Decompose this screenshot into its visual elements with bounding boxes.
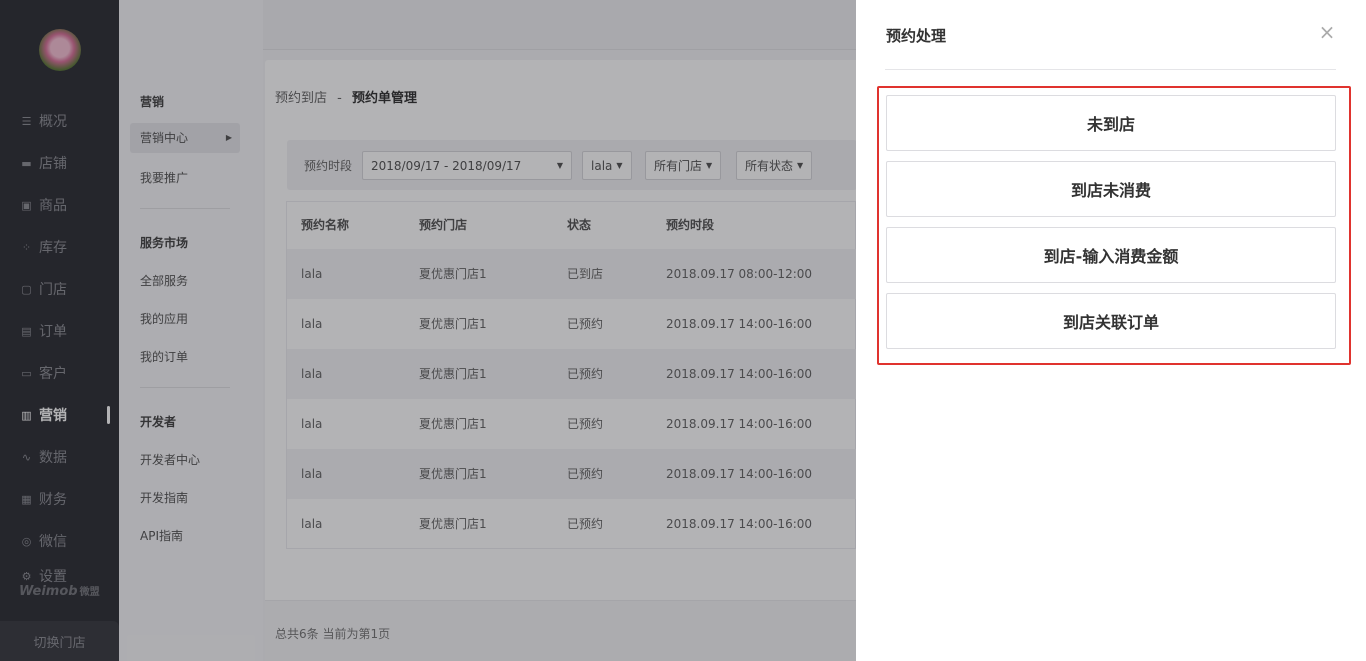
drawer-title: 预约处理 bbox=[886, 27, 947, 45]
arrived-link-order-button[interactable]: 到店关联订单 bbox=[886, 293, 1336, 349]
arrived-no-spend-button[interactable]: 到店未消费 bbox=[886, 161, 1336, 217]
modal-backdrop[interactable] bbox=[0, 0, 856, 661]
not-arrived-button[interactable]: 未到店 bbox=[886, 95, 1336, 151]
close-icon[interactable]: × bbox=[1317, 22, 1337, 42]
arrived-enter-amount-button[interactable]: 到店-输入消费金额 bbox=[886, 227, 1336, 283]
drawer-divider bbox=[885, 69, 1336, 70]
